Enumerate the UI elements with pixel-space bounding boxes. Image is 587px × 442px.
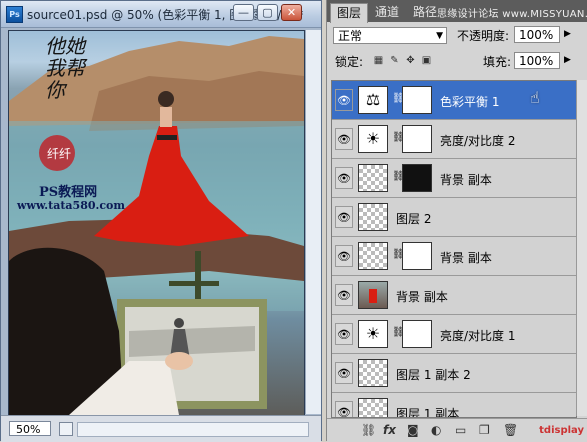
eye-icon[interactable]: 👁: [335, 89, 353, 111]
opacity-field[interactable]: 100%: [514, 26, 560, 43]
layer-row[interactable]: 👁 ⚖ ⛓ 色彩平衡 1 ☝: [332, 81, 576, 120]
layer-list: 👁 ⚖ ⛓ 色彩平衡 1 ☝ 👁 ☀ ⛓ 亮度/对比度 2 👁 ⛓ 背景 副本 …: [331, 80, 577, 418]
eye-icon[interactable]: 👁: [335, 401, 353, 417]
eye-icon[interactable]: 👁: [335, 128, 353, 150]
layer-name: 背景 副本: [440, 173, 492, 187]
layer-row[interactable]: 👁 图层 1 副本: [332, 393, 576, 418]
easel-bar: [169, 281, 219, 286]
blend-opacity-row: 正常 ▼ 不透明度: 100% ▶: [327, 24, 587, 46]
lock-all-icon[interactable]: ▣: [421, 55, 432, 66]
blend-mode-value: 正常: [338, 29, 363, 43]
document-window: Ps source01.psd @ 50% (色彩平衡 1, 图层蒙版/8) *…: [0, 0, 322, 442]
balance-icon: ⚖: [358, 86, 388, 114]
layer-thumbnail: [358, 281, 388, 309]
hand-cursor-icon: ☝: [530, 88, 540, 107]
layer-mask-thumbnail[interactable]: [402, 86, 432, 114]
layers-scrollbar[interactable]: [576, 80, 587, 416]
dress-belt: [157, 135, 177, 140]
lock-label: 锁定:: [335, 55, 364, 69]
close-button[interactable]: ✕: [281, 4, 302, 21]
fx-icon[interactable]: fx: [383, 423, 396, 437]
layer-row[interactable]: 👁 ⛓ 背景 副本: [332, 237, 576, 276]
group-icon[interactable]: ▭: [455, 423, 466, 437]
link-icon[interactable]: ⛓: [361, 423, 376, 437]
document-titlebar[interactable]: Ps source01.psd @ 50% (色彩平衡 1, 图层蒙版/8) *…: [1, 1, 321, 28]
layer-row[interactable]: 👁 ☀ ⛓ 亮度/对比度 2: [332, 120, 576, 159]
layer-row[interactable]: 👁 图层 2: [332, 198, 576, 237]
layer-name: 图层 1 副本 2: [396, 368, 471, 382]
watermark-url: www.tata580.com: [17, 199, 126, 212]
calligraphy-text: 他她我帮你: [45, 34, 85, 102]
layer-name: 色彩平衡 1: [440, 95, 500, 109]
eye-icon[interactable]: 👁: [335, 284, 353, 306]
trash-icon[interactable]: 🗑: [503, 423, 518, 437]
lock-transparent-icon[interactable]: ▦: [373, 55, 384, 66]
layer-thumbnail: [358, 164, 388, 192]
minimize-button[interactable]: —: [233, 4, 254, 21]
painter-hand: [165, 352, 193, 370]
new-layer-icon[interactable]: ❐: [479, 423, 490, 437]
status-bar: 50%: [1, 415, 321, 442]
eye-icon[interactable]: 👁: [335, 206, 353, 228]
eye-icon[interactable]: 👁: [335, 245, 353, 267]
sketch-figure-head: [174, 318, 184, 328]
model-torso: [160, 107, 172, 127]
eye-icon[interactable]: 👁: [335, 167, 353, 189]
adjustment-icon[interactable]: ◐: [431, 423, 441, 437]
layers-panel: 图层 通道 路径 思缘设计论坛 www.MISSYUAN.COM 正常 ▼ 不透…: [326, 0, 587, 442]
layer-row[interactable]: 👁 ⛓ 背景 副本: [332, 159, 576, 198]
layer-mask-thumbnail[interactable]: [402, 125, 432, 153]
layer-name: 亮度/对比度 1: [440, 329, 516, 343]
lock-pixels-icon[interactable]: ✎: [389, 55, 400, 66]
lock-position-icon[interactable]: ✥: [405, 55, 416, 66]
eye-icon[interactable]: 👁: [335, 362, 353, 384]
zoom-level-field[interactable]: 50%: [9, 421, 51, 436]
blend-mode-select[interactable]: 正常 ▼: [333, 27, 447, 44]
opacity-slider-arrow-icon[interactable]: ▶: [564, 29, 571, 39]
photoshop-app-icon: Ps: [6, 6, 23, 23]
image-canvas[interactable]: 纤纤 他她我帮你 PS教程网 www.tata580.com: [8, 30, 305, 416]
layer-row[interactable]: 👁 ☀ ⛓ 亮度/对比度 1: [332, 315, 576, 354]
layer-name: 背景 副本: [440, 251, 492, 265]
chevron-down-icon: ▼: [436, 31, 443, 41]
layer-name: 亮度/对比度 2: [440, 134, 516, 148]
layer-row[interactable]: 👁 图层 1 副本 2: [332, 354, 576, 393]
layer-name: 背景 副本: [396, 290, 448, 304]
sun-icon: ☀: [358, 320, 388, 348]
restore-button[interactable]: ▢: [257, 4, 278, 21]
eye-icon[interactable]: 👁: [335, 323, 353, 345]
lock-fill-row: 锁定: ▦ ✎ ✥ ▣ 填充: 100% ▶: [327, 50, 587, 72]
layers-bottom-toolbar: ⛓ fx ◙ ◐ ▭ ❐ 🗑 tdisplay: [327, 418, 587, 442]
layer-mask-thumbnail[interactable]: [402, 242, 432, 270]
bottom-watermark: tdisplay: [539, 425, 584, 436]
layer-thumbnail: [358, 242, 388, 270]
layer-mask-thumbnail[interactable]: [402, 320, 432, 348]
horizontal-scrollbar[interactable]: [77, 422, 309, 437]
mask-icon[interactable]: ◙: [407, 423, 419, 437]
layer-mask-thumbnail[interactable]: [402, 164, 432, 192]
layer-thumbnail: [358, 398, 388, 417]
layer-row[interactable]: 👁 背景 副本: [332, 276, 576, 315]
seal-text: 纤纤: [47, 147, 71, 161]
layer-name: 图层 1 副本: [396, 407, 460, 418]
fill-label: 填充:: [483, 55, 512, 69]
model-head: [158, 91, 174, 107]
tab-channels[interactable]: 通道: [369, 3, 405, 22]
watermark-site-name: PS教程网: [39, 185, 98, 200]
panel-tabbar: 图层 通道 路径 思缘设计论坛 www.MISSYUAN.COM: [327, 0, 587, 23]
layer-thumbnail: [358, 359, 388, 387]
opacity-label: 不透明度:: [457, 29, 510, 43]
layer-name: 图层 2: [396, 212, 432, 226]
fill-slider-arrow-icon[interactable]: ▶: [564, 55, 571, 65]
site-watermark: 思缘设计论坛 www.MISSYUAN.COM: [437, 9, 587, 20]
layer-thumbnail: [358, 203, 388, 231]
sun-icon: ☀: [358, 125, 388, 153]
status-info-icon[interactable]: [59, 422, 73, 436]
vertical-scrollbar[interactable]: [305, 30, 321, 414]
fill-field[interactable]: 100%: [514, 52, 560, 69]
tab-layers[interactable]: 图层: [330, 3, 369, 23]
